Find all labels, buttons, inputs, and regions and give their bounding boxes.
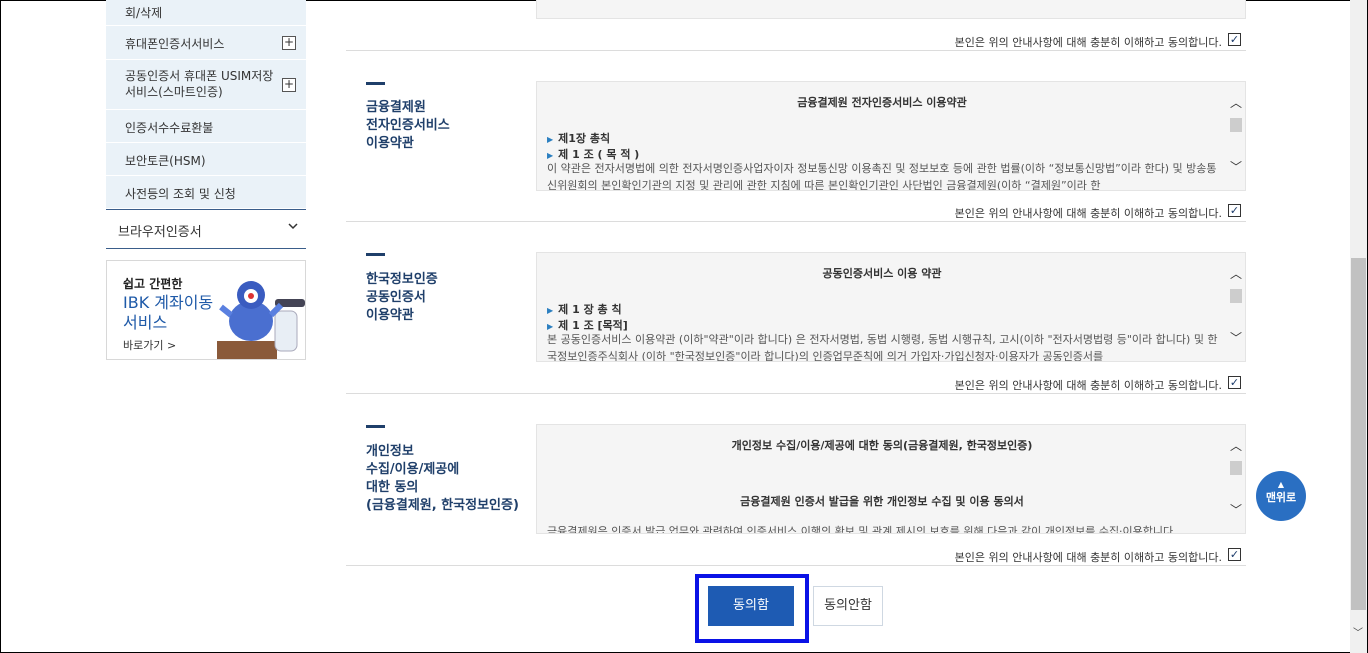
agree-text: 본인은 위의 안내사항에 대해 충분히 이해하고 동의합니다. [954, 36, 1222, 49]
scroll-thumb[interactable] [1230, 461, 1242, 475]
banner-line2: IBK 계좌이동 [123, 293, 214, 312]
arrow-right-icon: ▶ [547, 322, 554, 331]
section-title-line: 대한 동의 [366, 480, 419, 495]
section-marker [366, 82, 385, 85]
divider [346, 565, 1246, 566]
scroll-down-icon[interactable]: ﹀ [1229, 158, 1243, 175]
banner-line3: 서비스 [123, 313, 168, 332]
sidebar-item-label: 회/삭제 [125, 6, 163, 20]
divider [346, 221, 1246, 222]
sidebar-browser-cert-label: 브라우저인증서 [118, 225, 202, 240]
scroll-down-icon[interactable]: ﹀ [1229, 501, 1243, 518]
section-title-line: 수집/이용/제공에 [366, 462, 460, 477]
highlight-box [695, 574, 809, 643]
scroll-thumb[interactable] [1230, 118, 1242, 132]
scroll-down-icon[interactable]: ﹀ [1353, 624, 1363, 639]
sidebar-item-refund[interactable]: 인증서수수료환불 [106, 110, 306, 143]
agree-checkbox[interactable]: ✓ [1228, 33, 1241, 46]
sidebar-item-mobile-cert[interactable]: 휴대폰인증서서비스 + [106, 26, 306, 60]
expand-plus-icon[interactable]: + [282, 78, 296, 92]
terms-box-privacy[interactable]: 개인정보 수집/이용/제공에 대한 동의(금융결제원, 한국정보인증) 금융결제… [536, 424, 1246, 534]
banner-link[interactable]: 바로가기 > [123, 337, 176, 353]
section-title-kica: 한국정보인증 공동인증서 이용약관 [366, 271, 536, 325]
section-title-line: 이용약관 [366, 136, 414, 151]
section-title-line: 전자인증서비스 [366, 118, 450, 133]
terms-body: 이 약관은 전자서명법에 의한 전자서명인증사업자이자 정보통신망 이용촉진 및… [547, 162, 1217, 191]
robot-mascot-icon [217, 281, 305, 359]
section-title-line: 공동인증서 [366, 290, 426, 305]
sidebar-item-label: 인증서수수료환불 [125, 121, 214, 135]
sidebar: 회/삭제 휴대폰인증서서비스 + 공동인증서 휴대폰 USIM저장서비스(스마트… [106, 0, 306, 360]
arrow-right-icon: ▶ [547, 151, 554, 160]
page-scrollbar[interactable]: ﹀ [1350, 0, 1367, 653]
banner-line1: 쉽고 간편한 [123, 277, 183, 291]
banner-title: IBK 계좌이동 서비스 [123, 293, 213, 333]
agree-text: 본인은 위의 안내사항에 대해 충분히 이해하고 동의합니다. [954, 379, 1222, 392]
terms-body: 금융결제원은 인증서 발급 업무와 관련하여 인증서비스 이행의 확보 및 관계… [547, 525, 1177, 534]
sidebar-browser-cert[interactable]: 브라우저인증서 [106, 209, 306, 249]
sidebar-item-preregister[interactable]: 사전등의 조회 및 신청 [106, 176, 306, 209]
section-marker [366, 425, 385, 428]
section-title-line: 금융결제원 [366, 100, 426, 115]
agree-checkbox[interactable]: ✓ [1228, 548, 1241, 561]
terms-heading: 공동인증서비스 이용 약관 [822, 267, 942, 280]
terms-chapter-text: 제1장 총칙 [558, 132, 611, 145]
terms-chapter: ▶ 제1장 총칙 [547, 130, 610, 146]
section-title-line: 이용약관 [366, 308, 414, 323]
section-title-kftc: 금융결제원 전자인증서비스 이용약관 [366, 99, 536, 153]
scroll-thumb[interactable] [1230, 289, 1242, 303]
terms-body: 본 공동인증서비스 이용약관 (이하"약관"이라 합니다) 은 전자서명법, 동… [547, 333, 1218, 362]
sidebar-item-label: 보안토큰(HSM) [125, 154, 206, 168]
agree-row-3[interactable]: 본인은 위의 안내사항에 대해 충분히 이해하고 동의합니다. ✓ [346, 546, 1246, 566]
chevron-down-icon [288, 220, 298, 233]
divider [346, 50, 1246, 51]
terms-heading: 개인정보 수집/이용/제공에 대한 동의(금융결제원, 한국정보인증) [731, 439, 1033, 452]
scroll-up-icon[interactable]: ︿ [1229, 94, 1243, 111]
divider [346, 393, 1246, 394]
terms-chapter: ▶ 제 1 장 총 칙 [547, 301, 622, 317]
agree-text: 본인은 위의 안내사항에 대해 충분히 이해하고 동의합니다. [954, 207, 1222, 220]
sidebar-item-hsm[interactable]: 보안토큰(HSM) [106, 143, 306, 176]
expand-plus-icon[interactable]: + [282, 36, 296, 50]
terms-scrollbar[interactable]: ︿ ﹀ [1227, 425, 1245, 533]
terms-box-prev [536, 0, 1246, 19]
scroll-down-icon[interactable]: ﹀ [1229, 329, 1243, 346]
terms-subheading: 금융결제원 인증서 발급을 위한 개인정보 수집 및 이용 동의서 [740, 495, 1024, 508]
arrow-up-icon: ▲ [1277, 480, 1285, 489]
scroll-up-icon[interactable]: ︿ [1229, 437, 1243, 454]
agree-row-0[interactable]: 본인은 위의 안내사항에 대해 충분히 이해하고 동의합니다. ✓ [346, 31, 1246, 51]
terms-heading: 금융결제원 전자인증서비스 이용약관 [797, 96, 967, 109]
section-title-privacy: 개인정보 수집/이용/제공에 대한 동의 (금융결제원, 한국정보인증) [366, 443, 536, 515]
agree-checkbox[interactable]: ✓ [1228, 204, 1241, 217]
agree-row-2[interactable]: 본인은 위의 안내사항에 대해 충분히 이해하고 동의합니다. ✓ [346, 374, 1246, 394]
scroll-up-icon[interactable]: ︿ [1229, 265, 1243, 282]
section-title-line: (금융결제원, 한국정보인증) [366, 498, 519, 513]
disagree-button[interactable]: 동의안함 [813, 586, 883, 626]
sidebar-item-label: 공동인증서 휴대폰 USIM저장서비스(스마트인증) [125, 69, 274, 99]
page-scroll-thumb[interactable] [1351, 258, 1366, 610]
terms-scrollbar[interactable]: ︿ ﹀ [1227, 253, 1245, 361]
scroll-to-top-label: 맨위로 [1265, 491, 1297, 504]
arrow-right-icon: ▶ [547, 306, 554, 315]
arrow-right-icon: ▶ [547, 135, 554, 144]
terms-box-kftc[interactable]: 금융결제원 전자인증서비스 이용약관 ▶ 제1장 총칙 ▶ 제 1 조 ( 목 적 … [536, 81, 1246, 191]
agree-checkbox[interactable]: ✓ [1228, 376, 1241, 389]
sidebar-item-usim[interactable]: 공동인증서 휴대폰 USIM저장서비스(스마트인증) + [106, 60, 306, 110]
section-marker [366, 253, 385, 256]
section-title-line: 한국정보인증 [366, 272, 438, 287]
sidebar-item-label: 사전등의 조회 및 신청 [125, 187, 236, 201]
agree-text: 본인은 위의 안내사항에 대해 충분히 이해하고 동의합니다. [954, 551, 1222, 564]
terms-chapter-text: 제 1 장 총 칙 [558, 303, 622, 316]
section-title-line: 개인정보 [366, 444, 414, 459]
sidebar-item-delete[interactable]: 회/삭제 [106, 0, 306, 26]
terms-box-kica[interactable]: 공동인증서비스 이용 약관 ▶ 제 1 장 총 칙 ▶ 제 1 조 [목적] 본 공… [536, 252, 1246, 362]
sidebar-item-label: 휴대폰인증서서비스 [125, 37, 225, 51]
agree-row-1[interactable]: 본인은 위의 안내사항에 대해 충분히 이해하고 동의합니다. ✓ [346, 202, 1246, 222]
terms-scrollbar[interactable]: ︿ ﹀ [1227, 82, 1245, 190]
account-transfer-banner[interactable]: 쉽고 간편한 IBK 계좌이동 서비스 바로가기 > [106, 260, 306, 360]
scroll-to-top-button[interactable]: ▲ 맨위로 [1256, 471, 1306, 521]
